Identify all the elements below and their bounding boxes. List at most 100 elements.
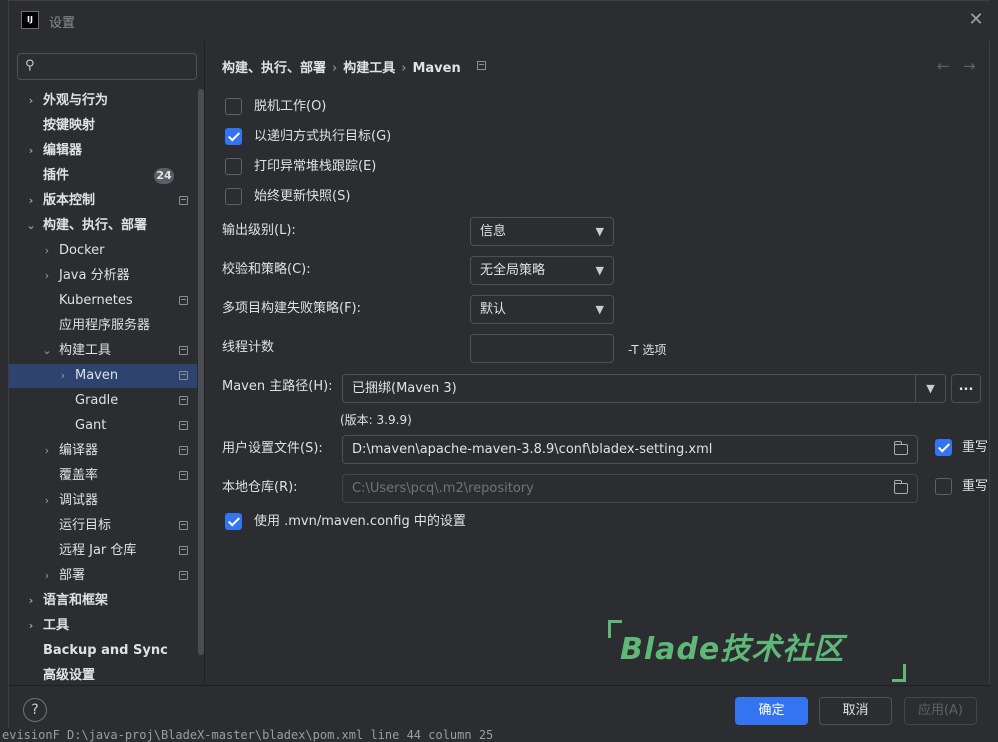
offline-checkbox[interactable] [225, 98, 242, 115]
maven-home-browse-button[interactable]: ... [951, 374, 981, 403]
sidebar-item-label: Java 分析器 [59, 268, 130, 283]
output-level-label: 输出级别(L): [222, 223, 296, 238]
sidebar-item[interactable]: ⌄ 构建工具 [9, 339, 197, 363]
sidebar-item[interactable]: ⌄ 构建、执行、部署 [9, 214, 197, 238]
close-icon[interactable]: ✕ [967, 11, 985, 29]
chevron-right-icon[interactable]: › [25, 89, 37, 113]
sidebar-item-label: 插件 [43, 168, 70, 183]
sidebar-item-label: Gradle [75, 393, 119, 408]
breadcrumb-separator: › [401, 61, 407, 76]
title-bar: IJ 设置 ✕ [9, 1, 991, 41]
update-snapshots-checkbox[interactable] [225, 188, 242, 205]
folder-icon[interactable] [894, 441, 908, 455]
checksum-select[interactable]: 无全局策略 ▼ [470, 256, 614, 285]
sidebar-item[interactable]: › Java 分析器 [9, 264, 197, 288]
chevron-right-icon[interactable]: › [25, 139, 37, 163]
local-repo-override-label: 重写 [962, 479, 989, 494]
multiproject-label: 多项目构建失败策略(F): [222, 301, 362, 316]
maven-home-select[interactable]: 已捆绑(Maven 3) ▼ [342, 374, 946, 403]
cancel-button[interactable]: 取消 [819, 697, 892, 725]
sidebar-item[interactable]: 运行目标 [9, 514, 197, 538]
multiproject-select[interactable]: 默认 ▼ [470, 295, 614, 324]
chevron-right-icon[interactable]: › [57, 364, 69, 388]
breadcrumb-maven: Maven [412, 61, 461, 76]
sidebar-item[interactable]: Gant [9, 414, 197, 438]
sidebar-item[interactable]: 应用程序服务器 [9, 314, 197, 338]
sidebar-item[interactable]: Kubernetes [9, 289, 197, 313]
chevron-right-icon[interactable]: › [25, 189, 37, 213]
sidebar-item[interactable]: 远程 Jar 仓库 [9, 539, 197, 563]
sidebar-item-label: 调试器 [59, 493, 99, 508]
chevron-down-icon[interactable]: ⌄ [41, 339, 53, 363]
checksum-value: 无全局策略 [480, 263, 546, 278]
project-scope-icon [179, 471, 188, 480]
sidebar-item[interactable]: 插件 24 [9, 164, 197, 188]
sidebar-item[interactable]: › 编译器 [9, 439, 197, 463]
sidebar-item-label: 语言和框架 [43, 593, 109, 608]
offline-label: 脱机工作(O) [254, 99, 327, 114]
chevron-right-icon[interactable]: › [41, 489, 53, 513]
chevron-right-icon[interactable]: › [41, 264, 53, 288]
chevron-down-icon[interactable]: ⌄ [25, 214, 37, 238]
sidebar-item-label: 按键映射 [43, 118, 96, 133]
sidebar-item[interactable]: › 编辑器 [9, 139, 197, 163]
threads-input[interactable] [470, 334, 614, 363]
project-scope-icon [179, 346, 188, 355]
project-scope-icon [179, 196, 188, 205]
recursive-checkbox[interactable] [225, 128, 242, 145]
help-button[interactable]: ? [23, 698, 47, 722]
sidebar-item[interactable]: › 语言和框架 [9, 589, 197, 613]
maven-home-value: 已捆绑(Maven 3) [352, 381, 457, 396]
sidebar-item[interactable]: › 部署 [9, 564, 197, 588]
sidebar-item[interactable]: › 外观与行为 [9, 89, 197, 113]
use-mvn-config-label: 使用 .mvn/maven.config 中的设置 [254, 514, 466, 529]
chevron-right-icon[interactable]: › [25, 614, 37, 638]
sidebar-item[interactable]: › 工具 [9, 614, 197, 638]
sidebar-item[interactable]: Backup and Sync [9, 639, 197, 663]
user-settings-override-checkbox[interactable] [935, 439, 952, 456]
local-repo-label: 本地仓库(R): [222, 480, 298, 495]
breadcrumb-build-tools[interactable]: 构建工具 [343, 61, 395, 76]
chevron-right-icon[interactable]: › [41, 564, 53, 588]
chevron-right-icon[interactable]: › [25, 589, 37, 613]
output-level-select[interactable]: 信息 ▼ [470, 217, 614, 246]
sidebar-item[interactable]: › 调试器 [9, 489, 197, 513]
sidebar-item-label: 外观与行为 [43, 93, 109, 108]
search-icon: ⚲ [25, 58, 35, 73]
apply-button[interactable]: 应用(A) [904, 697, 977, 725]
chevron-down-icon: ▼ [595, 264, 604, 277]
settings-sidebar: ⚲ › 外观与行为按键映射 › 编辑器插件 24 › 版本控制 ⌄ 构建、执行、部署 › Docke… [9, 41, 205, 685]
forward-arrow-icon[interactable]: → [963, 57, 976, 75]
sidebar-item-label: Backup and Sync [43, 643, 168, 658]
breadcrumb-build-execution-deployment[interactable]: 构建、执行、部署 [222, 61, 326, 76]
back-arrow-icon[interactable]: ← [937, 57, 950, 75]
settings-search-input[interactable]: ⚲ [17, 53, 197, 80]
sidebar-item[interactable]: › Maven [9, 364, 197, 388]
sidebar-item-label: Gant [75, 418, 107, 433]
ok-button[interactable]: 确定 [735, 697, 808, 725]
local-repo-override-checkbox[interactable] [935, 478, 952, 495]
sidebar-item[interactable]: 覆盖率 [9, 464, 197, 488]
sidebar-item-label: 部署 [59, 568, 86, 583]
sidebar-item[interactable]: 按键映射 [9, 114, 197, 138]
sidebar-item-label: 工具 [43, 618, 70, 633]
sidebar-item-label: 构建工具 [59, 343, 112, 358]
stacktrace-checkbox[interactable] [225, 158, 242, 175]
sidebar-item-label: 编辑器 [43, 143, 83, 158]
sidebar-item[interactable]: › Docker [9, 239, 197, 263]
watermark-bracket-right [892, 664, 906, 682]
local-repo-value: C:\Users\pcq\.m2\repository [352, 481, 534, 496]
chevron-right-icon[interactable]: › [41, 239, 53, 263]
maven-home-label: Maven 主路径(H): [222, 379, 333, 394]
sidebar-scrollbar[interactable] [198, 89, 204, 655]
user-settings-input[interactable]: D:\maven\apache-maven-3.8.9\conf\bladex-… [342, 435, 918, 464]
use-mvn-config-checkbox[interactable] [225, 513, 242, 530]
project-scope-icon [477, 61, 486, 70]
chevron-right-icon[interactable]: › [41, 439, 53, 463]
local-repo-input[interactable]: C:\Users\pcq\.m2\repository [342, 474, 918, 503]
sidebar-item[interactable]: Gradle [9, 389, 197, 413]
window-title: 设置 [49, 16, 76, 31]
project-scope-icon [179, 371, 188, 380]
folder-icon[interactable] [894, 480, 908, 494]
sidebar-item[interactable]: › 版本控制 [9, 189, 197, 213]
